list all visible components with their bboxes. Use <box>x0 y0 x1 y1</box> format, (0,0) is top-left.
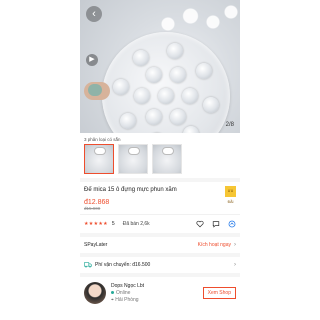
spaylater-row[interactable]: SPayLater Kích hoạt ngay › <box>80 237 240 253</box>
product-page: ‹ ▶ 2/8 3 phân loại có sẵn Đế mica 15 ô … <box>80 0 240 320</box>
variant-thumb-3[interactable] <box>152 144 182 174</box>
shop-location-text: Hải Phòng <box>115 296 139 303</box>
product-title-row: Đế mica 15 ô đựng mực phun xăm ƯU ĐÃI <box>80 182 240 204</box>
shop-info: Dops Ngọc Lbt Online ⌖ Hải Phòng <box>111 283 144 304</box>
play-video-button[interactable]: ▶ <box>86 54 98 66</box>
chevron-right-icon: › <box>234 262 236 268</box>
variant-tag <box>94 147 106 155</box>
variant-thumb-1[interactable] <box>84 144 114 174</box>
plate-well <box>167 42 184 59</box>
shipping-chevron-group: › <box>234 262 236 268</box>
promo-badge: ƯU ĐÃI <box>225 186 236 204</box>
online-dot-icon <box>111 290 114 294</box>
message-icon[interactable] <box>212 220 220 228</box>
image-counter: 2/8 <box>225 122 234 128</box>
rating-row: ★★★★★ 5 Đã bán 2,6k <box>80 214 240 233</box>
rating-value: 5 <box>111 221 115 227</box>
shop-location: ⌖ Hải Phòng <box>111 297 144 304</box>
variants-label: 3 phân loại có sẵn <box>84 137 121 142</box>
shipping-row[interactable]: Phí vận chuyển: đ16.500 › <box>80 257 240 273</box>
heart-icon[interactable] <box>196 220 204 228</box>
play-icon: ▶ <box>89 56 95 63</box>
rating-stars: ★★★★★ <box>84 221 108 227</box>
shop-row: Dops Ngọc Lbt Online ⌖ Hải Phòng Xem Sho… <box>80 277 240 309</box>
shipping-fee-label: Phí vận chuyển: đ16.500 <box>95 262 151 268</box>
sold-count: Đã bán 2,6k <box>122 221 150 227</box>
spaylater-activate-link[interactable]: Kích hoạt ngay <box>198 242 231 248</box>
product-image-nail <box>88 84 102 96</box>
variant-thumb-2[interactable] <box>118 144 148 174</box>
product-price: đ12.868 <box>84 199 110 206</box>
shop-online-status: Online <box>111 290 144 297</box>
product-image-carousel[interactable]: ‹ ▶ 2/8 <box>80 0 240 133</box>
location-pin-icon: ⌖ <box>111 296 114 303</box>
variant-tag <box>128 147 140 155</box>
shop-name[interactable]: Dops Ngọc Lbt <box>111 283 144 290</box>
plate-well <box>170 108 186 125</box>
plate-well <box>182 88 198 104</box>
plate-well <box>146 108 162 125</box>
online-status-text: Online <box>116 289 131 296</box>
plate-well <box>112 78 129 95</box>
back-button[interactable]: ‹ <box>86 6 102 22</box>
spaylater-action-group: Kích hoạt ngay › <box>198 242 236 248</box>
product-title: Đế mica 15 ô đựng mực phun xăm <box>84 187 177 193</box>
view-shop-button[interactable]: Xem Shop <box>202 287 236 299</box>
truck-icon <box>84 262 92 268</box>
variant-list <box>80 144 240 174</box>
product-original-price: đ15.900 <box>84 206 101 211</box>
spaylater-label: SPayLater <box>84 242 108 248</box>
plate-well <box>196 62 213 79</box>
share-icon[interactable] <box>228 220 236 228</box>
variant-tag <box>162 147 174 155</box>
plate-well <box>134 88 150 104</box>
plate-well <box>119 113 136 130</box>
chevron-right-icon: › <box>234 242 236 248</box>
shop-avatar[interactable] <box>84 282 106 304</box>
product-actions <box>196 220 236 228</box>
plate-well <box>158 88 174 104</box>
plate-well <box>132 49 149 66</box>
chevron-left-icon: ‹ <box>92 8 96 20</box>
